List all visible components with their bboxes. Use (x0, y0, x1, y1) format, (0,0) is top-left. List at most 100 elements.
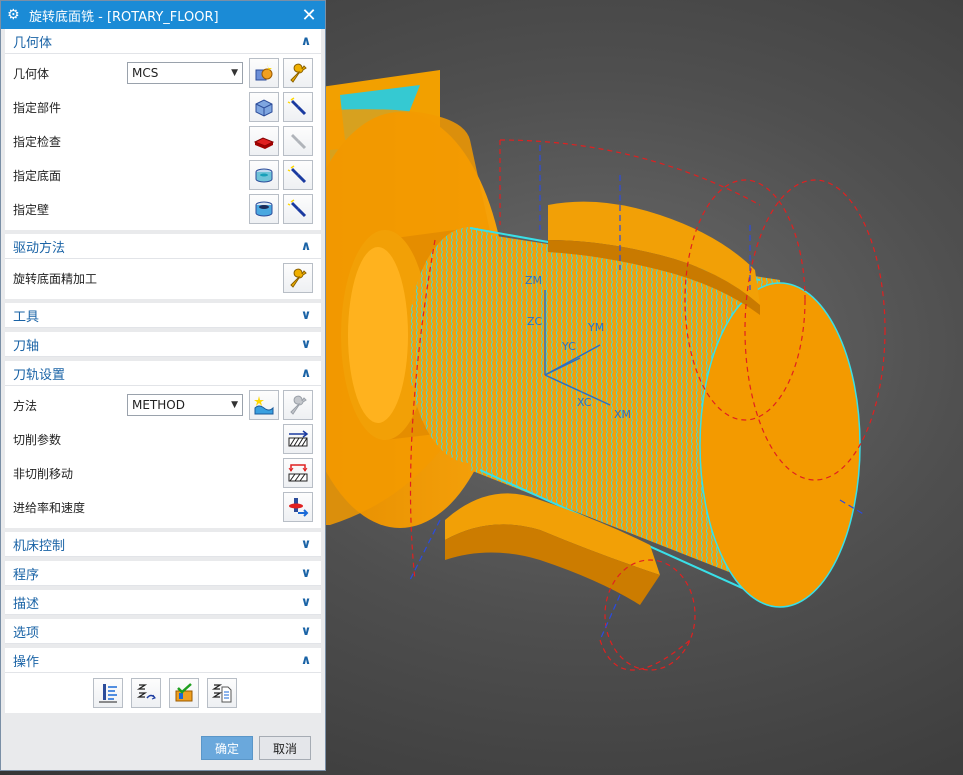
wall-icon (255, 201, 273, 217)
row-cut-params: 切削参数 (5, 422, 321, 456)
section-drive-method: 驱动方法 ∧ 旋转底面精加工 (5, 234, 321, 299)
wrench-icon (290, 63, 307, 83)
select-floor-button[interactable] (249, 160, 279, 190)
section-machine-control: 机床控制 ∨ (5, 532, 321, 557)
section-tool-axis: 刀轴 ∨ (5, 332, 321, 357)
section-header-machine-control[interactable]: 机床控制 ∨ (5, 532, 321, 557)
section-header-program[interactable]: 程序 ∨ (5, 561, 321, 586)
non-cut-moves-button[interactable] (283, 458, 313, 488)
axis-label-xc: XC (577, 396, 592, 409)
section-title: 刀轨设置 (13, 367, 66, 383)
dialog-footer: 确定 取消 (1, 726, 325, 770)
section-header-tool-axis[interactable]: 刀轴 ∨ (5, 332, 321, 357)
actions-toolbar (5, 673, 321, 713)
chevron-down-icon: ∨ (300, 623, 312, 639)
display-part-button[interactable] (283, 92, 313, 122)
method-select[interactable]: METHOD ▼ (127, 394, 243, 416)
cancel-button[interactable]: 取消 (259, 736, 311, 760)
wrench-disabled-icon (290, 395, 307, 415)
select-wall-button[interactable] (249, 194, 279, 224)
method-select-value: METHOD (132, 398, 185, 412)
section-options: 选项 ∨ (5, 619, 321, 644)
row-specify-wall: 指定壁 (5, 192, 321, 226)
section-header-path-settings[interactable]: 刀轨设置 ∧ (5, 361, 321, 386)
flashlight-icon (287, 165, 307, 184)
new-geometry-button[interactable] (249, 58, 279, 88)
generate-toolpath-icon (99, 684, 117, 703)
non-cut-moves-label: 非切削移动 (13, 466, 74, 481)
select-part-button[interactable] (249, 92, 279, 122)
chevron-down-icon: ∨ (300, 336, 312, 352)
flashlight-disabled-icon (291, 134, 307, 150)
row-non-cut-moves: 非切削移动 (5, 456, 321, 490)
ok-button[interactable]: 确定 (201, 736, 253, 760)
axis-label-zm: ZM (525, 274, 542, 287)
section-title: 描述 (13, 596, 40, 612)
section-header-geometry[interactable]: 几何体 ∧ (5, 29, 321, 54)
row-specify-check: 指定检查 (5, 124, 321, 158)
row-feeds-speeds: 进给率和速度 (5, 490, 321, 524)
verify-button[interactable] (169, 678, 199, 708)
chevron-up-icon: ∧ (300, 652, 312, 668)
section-header-options[interactable]: 选项 ∨ (5, 619, 321, 644)
specify-check-label: 指定检查 (13, 134, 62, 149)
row-method: 方法 METHOD ▼ (5, 388, 321, 422)
row-specify-floor: 指定底面 (5, 158, 321, 192)
chevron-up-icon: ∧ (300, 365, 312, 381)
new-method-button[interactable] (249, 390, 279, 420)
section-description: 描述 ∨ (5, 590, 321, 615)
chevron-up-icon: ∧ (300, 238, 312, 254)
section-geometry: 几何体 ∧ 几何体 MCS ▼ 指定部件 指定检查 指定底面 指定壁 (5, 29, 321, 230)
close-icon[interactable]: ✕ (299, 5, 319, 26)
section-header-actions[interactable]: 操作 ∧ (5, 648, 321, 673)
geometry-select[interactable]: MCS ▼ (127, 62, 243, 84)
specify-part-label: 指定部件 (13, 100, 62, 115)
feeds-speeds-label: 进给率和速度 (13, 500, 86, 515)
dialog-titlebar[interactable]: ⚙ 旋转底面铣 - [ROTARY_FLOOR] ✕ (1, 1, 325, 29)
replay-button[interactable] (131, 678, 161, 708)
edit-geometry-button[interactable] (283, 58, 313, 88)
section-title: 驱动方法 (13, 240, 66, 256)
display-wall-button[interactable] (283, 194, 313, 224)
non-cut-moves-icon (288, 464, 308, 482)
geometry-select-value: MCS (132, 66, 159, 80)
section-header-drive-method[interactable]: 驱动方法 ∧ (5, 234, 321, 259)
display-floor-button[interactable] (283, 160, 313, 190)
chevron-up-icon: ∧ (300, 33, 312, 49)
chevron-down-icon: ∨ (300, 307, 312, 323)
generate-button[interactable] (93, 678, 123, 708)
section-actions: 操作 ∧ (5, 648, 321, 713)
feeds-speeds-icon (289, 498, 309, 517)
edit-drive-method-button[interactable] (283, 263, 313, 293)
row-geometry: 几何体 MCS ▼ (5, 56, 321, 90)
chevron-down-icon: ∨ (300, 536, 312, 552)
section-title: 机床控制 (13, 538, 66, 554)
flashlight-icon (287, 199, 307, 218)
section-header-description[interactable]: 描述 ∨ (5, 590, 321, 615)
replay-toolpath-icon (136, 684, 156, 700)
feeds-speeds-button[interactable] (283, 492, 313, 522)
rotary-floor-mill-dialog: ⚙ 旋转底面铣 - [ROTARY_FLOOR] ✕ 几何体 ∧ 几何体 MCS… (0, 0, 326, 771)
display-check-button (283, 126, 313, 156)
dialog-title: 旋转底面铣 - [ROTARY_FLOOR] (29, 9, 219, 25)
geometry-label: 几何体 (13, 66, 50, 81)
axis-label-xm: XM (614, 408, 631, 421)
new-method-icon (254, 396, 274, 415)
verify-icon (175, 683, 193, 702)
check-geometry-icon (253, 137, 275, 149)
section-tool: 工具 ∨ (5, 303, 321, 328)
list-button[interactable] (207, 678, 237, 708)
row-drive-method: 旋转底面精加工 (5, 261, 321, 295)
cut-params-button[interactable] (283, 424, 313, 454)
list-toolpath-icon (211, 684, 232, 703)
section-title: 选项 (13, 625, 40, 641)
gear-icon: ⚙ (7, 7, 20, 23)
chevron-down-icon: ∨ (300, 565, 312, 581)
section-header-tool[interactable]: 工具 ∨ (5, 303, 321, 328)
section-title: 刀轴 (13, 338, 40, 354)
section-title: 操作 (13, 654, 40, 670)
select-check-button[interactable] (249, 126, 279, 156)
section-program: 程序 ∨ (5, 561, 321, 586)
section-path-settings: 刀轨设置 ∧ 方法 METHOD ▼ 切削参数 非切削移动 进给率和速度 (5, 361, 321, 528)
specify-floor-label: 指定底面 (13, 168, 62, 183)
